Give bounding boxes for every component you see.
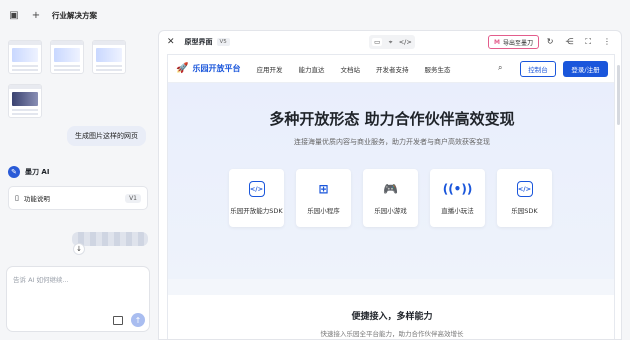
new-tab-icon[interactable]: + [30,9,42,21]
product-card[interactable]: </> 乐园SDK [497,169,552,227]
preview-scrollbar[interactable] [617,65,620,125]
console-button[interactable]: 控制台 [520,61,556,77]
preview-actions: ↻ ⋲ ⛶ ⋮ [547,37,611,47]
select-mode-icon[interactable]: ⌖ [389,38,393,47]
top-bar: ▣ + 行业解决方案 [0,0,630,30]
agent-name: 墨刀 AI [25,168,50,176]
rocket-icon: 🚀 [176,63,189,74]
code-icon: </> [248,181,265,197]
broadcast-icon: ((•)) [442,182,473,196]
share-icon[interactable]: ⋲ [565,37,573,47]
preview-toolbar: ✕ 原型界面 V5 ▭ ⌖ </> M 导出至墨刀 ↻ ⋲ ⛶ ⋮ [159,31,621,53]
gamepad-icon: 🎮 [383,182,398,196]
blurred-message [72,232,148,246]
product-card[interactable]: ((•)) 直播小玩法 [430,169,485,227]
code-mode-icon[interactable]: </> [399,38,412,46]
view-mode-switch[interactable]: ▭ ⌖ </> [369,35,415,49]
site-navbar: 🚀 乐园开放平台 应用开发 能力直达 文档站 开发者支持 服务生态 ⌕ 控制台 … [168,55,614,83]
document-icon: ▯ [15,194,19,202]
reference-thumbnail[interactable] [8,84,42,118]
hero-title: 多种开放形态 助力合作伙伴高效变现 [269,110,515,128]
product-card-label: 乐园SDK [511,207,538,215]
version-badge[interactable]: V5 [216,38,230,46]
nav-item[interactable]: 服务生态 [424,64,450,74]
tab-title[interactable]: 行业解决方案 [52,10,97,21]
composer-input[interactable]: 告诉 AI 如何继续... [13,274,69,284]
prototype-canvas: 🚀 乐园开放平台 应用开发 能力直达 文档站 开发者支持 服务生态 ⌕ 控制台 … [167,54,615,339]
grid-icon: ⊞ [318,182,329,196]
reference-thumbnail[interactable] [8,40,42,74]
file-card-name: 功能说明 [23,195,50,203]
preview-title: 原型界面 [184,38,213,46]
product-card-label: 乐园开放能力SDK [230,207,283,215]
fullscreen-icon[interactable]: ⛶ [585,37,591,47]
product-card-label: 乐园小程序 [307,207,340,215]
section-subtitle: 快速接入乐园全平台能力，助力合作伙伴高效增长 [320,330,464,338]
code-icon: </> [516,181,533,197]
product-card-label: 直播小玩法 [441,207,474,215]
refresh-icon[interactable]: ↻ [547,37,554,47]
agent-header: ✎ 墨刀 AI [8,166,49,178]
section-title: 便捷接入，多样能力 [351,312,433,322]
product-card-label: 乐园小游戏 [374,207,407,215]
image-upload-icon[interactable] [113,316,123,325]
sidebar-toggle-icon[interactable]: ▣ [8,9,20,21]
scroll-down-button[interactable]: ↓ [73,243,85,255]
user-message: 生成图片这样的网页 [67,126,146,146]
search-icon[interactable]: ⌕ [498,63,502,73]
reference-thumbnail[interactable] [92,40,126,74]
file-card-version: V1 [125,193,141,203]
reference-thumbnail[interactable] [50,40,84,74]
file-card[interactable]: ▯ 功能说明 V1 [8,186,148,210]
hero-section: 多种开放形态 助力合作伙伴高效变现 连接海量优质内容与商业服务，助力开发者与商户… [168,83,614,279]
product-card[interactable]: ⊞ 乐园小程序 [296,169,351,227]
preview-panel: ✕ 原型界面 V5 ▭ ⌖ </> M 导出至墨刀 ↻ ⋲ ⛶ ⋮ 🚀 乐园开放… [158,30,622,340]
features-section: 便捷接入，多样能力 快速接入乐园全平台能力，助力合作伙伴高效增长 [168,295,614,339]
product-card[interactable]: </> 乐园开放能力SDK [229,169,284,227]
hero-subtitle: 连接海量优质内容与商业服务，助力开发者与商户高效获客变现 [294,138,490,146]
product-cards: </> 乐园开放能力SDK ⊞ 乐园小程序 🎮 乐园小游戏 ((•)) 直播小玩… [229,169,552,227]
close-icon[interactable]: ✕ [167,37,175,47]
chat-composer[interactable]: 告诉 AI 如何继续... ↑ [6,266,150,332]
chat-panel: 生成图片这样的网页 ✎ 墨刀 AI ▯ 功能说明 V1 ↓ 告诉 AI 如何继续… [0,30,158,340]
nav-item[interactable]: 文档站 [340,64,360,74]
site-brand[interactable]: 乐园开放平台 [192,63,240,74]
login-button[interactable]: 登录/注册 [563,61,608,77]
agent-logo-icon: ✎ [8,166,20,178]
product-card[interactable]: 🎮 乐园小游戏 [363,169,418,227]
more-icon[interactable]: ⋮ [603,37,611,47]
nav-item[interactable]: 能力直达 [298,64,324,74]
export-logo-icon: M [494,38,500,46]
export-button[interactable]: M 导出至墨刀 [488,35,539,49]
nav-item[interactable]: 开发者支持 [376,64,409,74]
send-button[interactable]: ↑ [131,313,145,327]
nav-item[interactable]: 应用开发 [256,64,282,74]
preview-mode-icon[interactable]: ▭ [372,38,383,46]
export-label: 导出至墨刀 [502,39,533,47]
